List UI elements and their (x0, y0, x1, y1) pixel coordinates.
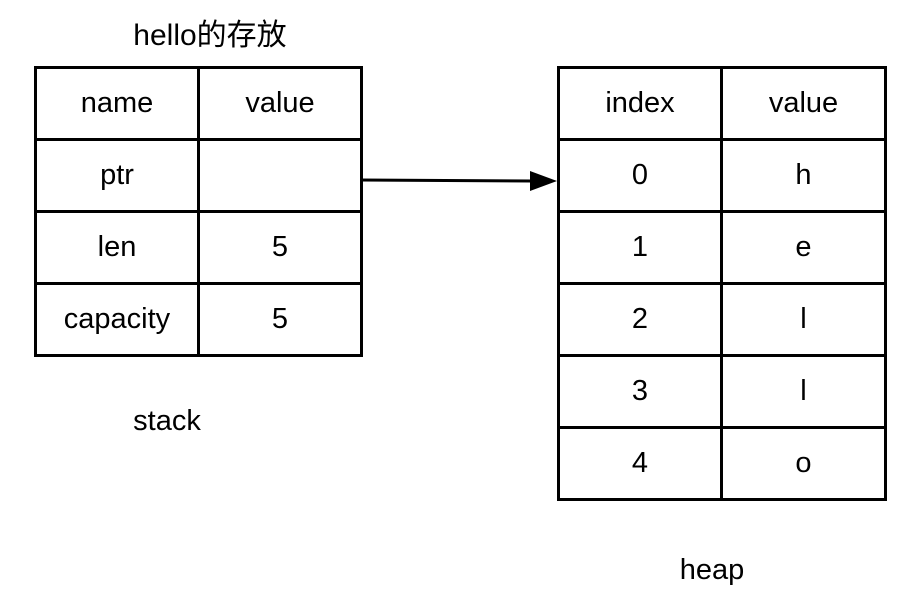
stack-cell-name: len (34, 210, 200, 285)
heap-caption: heap (679, 554, 745, 586)
heap-cell-index: 2 (557, 282, 723, 357)
heap-cell-value: e (720, 210, 887, 285)
heap-table: index value 0 h 1 e 2 l 3 l 4 o (557, 66, 887, 501)
stack-row-len: len 5 (34, 210, 363, 285)
stack-row-capacity: capacity 5 (34, 282, 363, 357)
heap-cell-index: 4 (557, 426, 723, 501)
diagram-title: hello的存放 (133, 19, 287, 52)
heap-cell-value: h (720, 138, 887, 213)
heap-row: 4 o (557, 426, 887, 501)
pointer-arrow-head (530, 171, 557, 191)
heap-row: 3 l (557, 354, 887, 429)
stack-table: name value ptr len 5 capacity 5 (34, 66, 363, 357)
stack-header-row: name value (34, 66, 363, 141)
heap-row: 0 h (557, 138, 887, 213)
heap-cell-value: l (720, 354, 887, 429)
heap-header-index: index (557, 66, 723, 141)
heap-header-row: index value (557, 66, 887, 141)
heap-cell-index: 0 (557, 138, 723, 213)
stack-cell-value: 5 (197, 210, 363, 285)
heap-cell-value: o (720, 426, 887, 501)
stack-cell-name: ptr (34, 138, 200, 213)
heap-row: 2 l (557, 282, 887, 357)
stack-caption: stack (133, 405, 201, 437)
heap-cell-value: l (720, 282, 887, 357)
heap-header-value: value (720, 66, 887, 141)
stack-header-name: name (34, 66, 200, 141)
stack-cell-name: capacity (34, 282, 200, 357)
stack-header-value: value (197, 66, 363, 141)
heap-cell-index: 1 (557, 210, 723, 285)
stack-row-ptr: ptr (34, 138, 363, 213)
stack-cell-value: 5 (197, 282, 363, 357)
heap-row: 1 e (557, 210, 887, 285)
stack-cell-value (197, 138, 363, 213)
pointer-arrow-line (359, 178, 533, 183)
heap-cell-index: 3 (557, 354, 723, 429)
